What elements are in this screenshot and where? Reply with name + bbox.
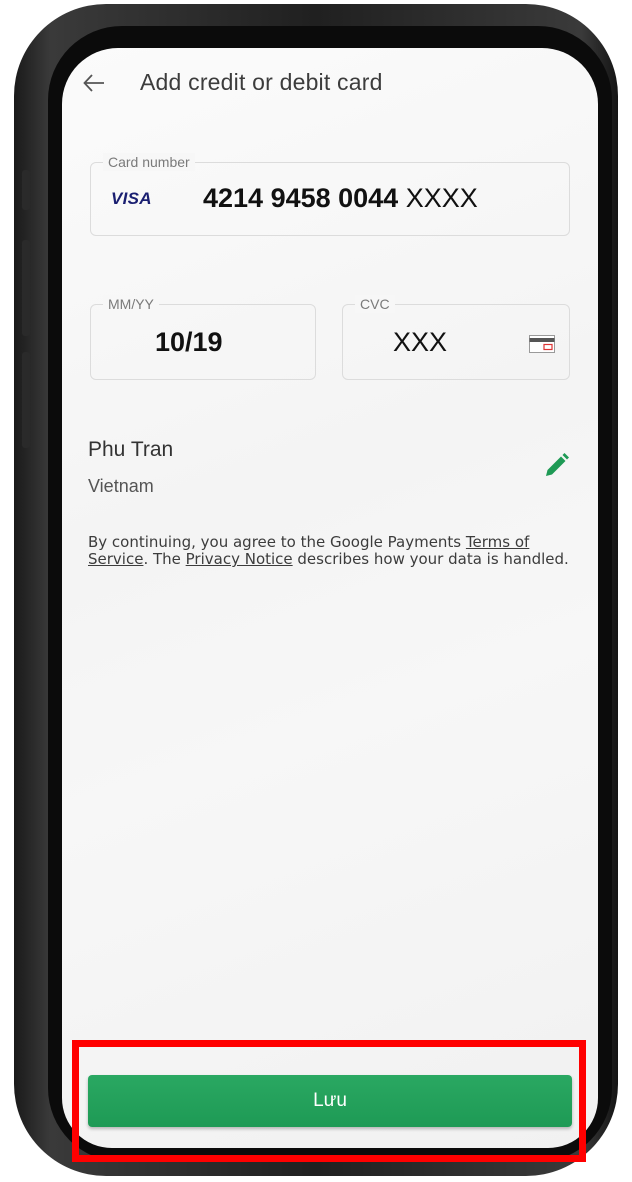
expiry-value[interactable]: 10/19 bbox=[155, 327, 223, 358]
expiry-field[interactable]: MM/YY 10/19 bbox=[90, 295, 316, 380]
expiry-label: MM/YY bbox=[103, 295, 159, 313]
legal-middle: . The bbox=[143, 550, 186, 568]
cvc-field[interactable]: CVC XXX bbox=[342, 295, 570, 380]
billing-name: Phu Tran bbox=[88, 438, 174, 461]
top-app-bar: Add credit or debit card bbox=[62, 48, 598, 120]
side-button bbox=[22, 170, 30, 210]
page-title: Add credit or debit card bbox=[140, 69, 383, 95]
card-back-icon bbox=[529, 335, 555, 353]
privacy-notice-link[interactable]: Privacy Notice bbox=[186, 550, 293, 568]
cvc-label: CVC bbox=[355, 295, 395, 313]
card-number-digits: 4214 9458 0044 bbox=[203, 183, 399, 213]
card-number-label: Card number bbox=[103, 153, 195, 171]
screen: Add credit or debit card Card number VIS… bbox=[62, 48, 598, 1148]
legal-notice: By continuing, you agree to the Google P… bbox=[88, 534, 578, 568]
card-number-field[interactable]: Card number VISA 4214 9458 0044 XXXX bbox=[90, 153, 570, 236]
legal-suffix: describes how your data is handled. bbox=[292, 550, 569, 568]
card-number-masked: XXXX bbox=[405, 183, 478, 213]
visa-icon: VISA bbox=[111, 189, 152, 208]
card-number-value[interactable]: 4214 9458 0044 XXXX bbox=[203, 183, 478, 214]
save-button[interactable]: Lưu bbox=[88, 1075, 572, 1127]
legal-prefix: By continuing, you agree to the Google P… bbox=[88, 533, 466, 551]
side-button bbox=[22, 352, 30, 448]
pencil-icon[interactable] bbox=[542, 452, 570, 480]
cvc-value[interactable]: XXX bbox=[393, 327, 447, 358]
arrow-left-icon[interactable] bbox=[82, 68, 106, 98]
billing-country: Vietnam bbox=[88, 476, 154, 496]
side-button bbox=[22, 240, 30, 336]
